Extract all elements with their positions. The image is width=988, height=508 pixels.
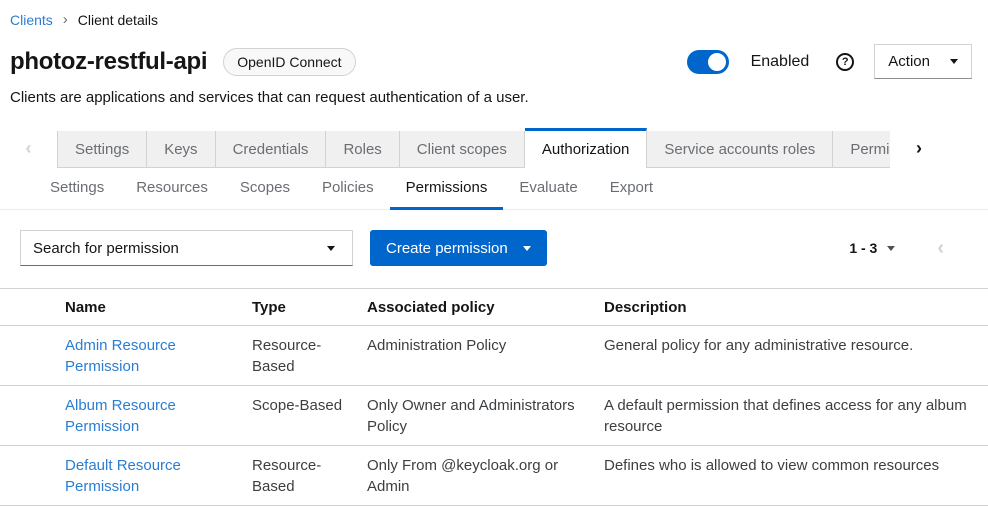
subtab-resources[interactable]: Resources <box>120 168 224 210</box>
subtab-scopes[interactable]: Scopes <box>224 168 306 210</box>
toggle-knob <box>708 53 726 71</box>
permission-type: Resource-Based <box>252 326 367 386</box>
pagination-prev-button[interactable]: ‹ <box>937 238 944 258</box>
breadcrumb-separator-icon: › <box>63 13 68 27</box>
chevron-down-icon <box>950 59 958 64</box>
enabled-label: Enabled <box>751 53 810 71</box>
authorization-subtabs: Settings Resources Scopes Policies Permi… <box>0 168 988 210</box>
chevron-down-icon <box>523 246 531 251</box>
action-dropdown-label: Action <box>888 53 930 70</box>
permission-description: Defines who is allowed to view common re… <box>604 446 988 506</box>
permission-name-link[interactable]: Album Resource Permission <box>65 397 176 435</box>
permissions-toolbar: Search for permission Create permission … <box>0 230 988 266</box>
permission-policy: Administration Policy <box>367 326 604 386</box>
column-header-associated-policy: Associated policy <box>367 289 604 326</box>
permission-type: Resource-Based <box>252 446 367 506</box>
table-row-album-resource-permission: Album Resource Permission Scope-Based On… <box>0 386 988 446</box>
table-row-default-resource-permission: Default Resource Permission Resource-Bas… <box>0 446 988 506</box>
page-title: photoz-restful-api <box>10 48 207 76</box>
table-header-row: Name Type Associated policy Description <box>0 289 988 326</box>
chevron-down-icon <box>327 246 335 251</box>
tabs-scroll-left-button[interactable]: ‹ <box>0 128 57 168</box>
permission-search-placeholder: Search for permission <box>33 240 179 257</box>
pagination-range: 1 - 3 <box>849 240 877 256</box>
tab-credentials[interactable]: Credentials <box>216 131 327 168</box>
protocol-badge: OpenID Connect <box>223 48 355 76</box>
tab-permissions[interactable]: Permissions <box>833 131 890 168</box>
permission-name-link[interactable]: Admin Resource Permission <box>65 337 176 375</box>
subtab-export[interactable]: Export <box>594 168 669 210</box>
tabs-scroll-area: Settings Keys Credentials Roles Client s… <box>57 128 890 168</box>
page-description: Clients are applications and services th… <box>10 88 972 108</box>
permission-policy: Only From @keycloak.org or Admin <box>367 446 604 506</box>
subtab-evaluate[interactable]: Evaluate <box>503 168 593 210</box>
tab-roles[interactable]: Roles <box>326 131 399 168</box>
subtab-settings[interactable]: Settings <box>34 168 120 210</box>
permission-type: Scope-Based <box>252 386 367 446</box>
tab-keys[interactable]: Keys <box>147 131 215 168</box>
permission-search-select[interactable]: Search for permission <box>20 230 353 266</box>
column-header-name: Name <box>65 289 252 326</box>
page-header: photoz-restful-api OpenID Connect Enable… <box>0 44 988 108</box>
expand-column-header <box>0 289 65 326</box>
pagination: 1 - 3 ‹ <box>849 238 968 258</box>
tab-settings[interactable]: Settings <box>57 131 147 168</box>
permission-description: A default permission that defines access… <box>604 386 988 446</box>
tab-client-scopes[interactable]: Client scopes <box>400 131 525 168</box>
tabs-scroll-right-button[interactable]: › <box>890 128 948 168</box>
column-header-description: Description <box>604 289 988 326</box>
create-permission-button[interactable]: Create permission <box>370 230 547 266</box>
breadcrumb-current: Client details <box>78 12 158 28</box>
breadcrumb-clients-link[interactable]: Clients <box>10 12 53 28</box>
breadcrumb: Clients › Client details <box>0 0 988 28</box>
permissions-table: Name Type Associated policy Description … <box>0 288 988 506</box>
subtab-permissions[interactable]: Permissions <box>390 168 504 210</box>
permission-policy: Only Owner and Administrators Policy <box>367 386 604 446</box>
enabled-toggle[interactable] <box>687 50 729 74</box>
client-tabs: ‹ Settings Keys Credentials Roles Client… <box>0 128 988 168</box>
pagination-menu-toggle[interactable]: 1 - 3 <box>849 240 895 256</box>
tab-authorization[interactable]: Authorization <box>525 128 648 168</box>
subtab-policies[interactable]: Policies <box>306 168 390 210</box>
permission-name-link[interactable]: Default Resource Permission <box>65 457 181 495</box>
tab-service-accounts-roles[interactable]: Service accounts roles <box>647 131 833 168</box>
create-permission-label: Create permission <box>386 240 508 257</box>
action-dropdown[interactable]: Action <box>874 44 972 79</box>
column-header-type: Type <box>252 289 367 326</box>
help-icon[interactable]: ? <box>836 53 854 71</box>
permission-description: General policy for any administrative re… <box>604 326 988 386</box>
table-row-admin-resource-permission: Admin Resource Permission Resource-Based… <box>0 326 988 386</box>
chevron-down-icon <box>887 246 895 251</box>
